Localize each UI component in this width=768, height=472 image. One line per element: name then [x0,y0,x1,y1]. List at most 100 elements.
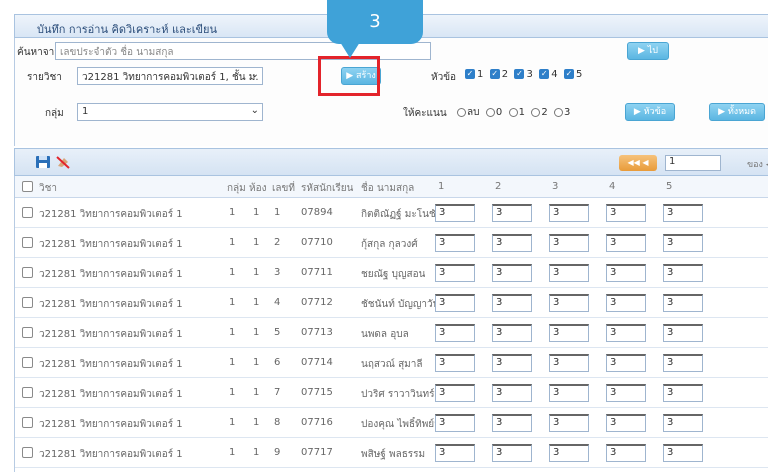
topic-button-label: หัวข้อ [643,107,667,117]
radio-icon [457,107,466,117]
score-input-1[interactable]: 3 [435,354,475,372]
score-input-1[interactable]: 3 [435,384,475,402]
cell-no: 3 [274,267,281,278]
score-input-5[interactable]: 3 [663,384,703,402]
row-checkbox[interactable] [22,447,33,458]
score-input-3[interactable]: 3 [549,444,589,462]
score-radio-0[interactable]: 0 [485,107,502,118]
row-checkbox[interactable] [22,387,33,398]
topic-checkbox-3[interactable]: ✓ 3 [514,69,533,80]
score-input-1[interactable]: 3 [435,204,475,222]
cell-name: นพดล อุบล [361,329,409,340]
group-selected: 1 [82,106,89,117]
score-input-4[interactable]: 3 [606,414,646,432]
cell-room: 1 [253,267,260,278]
score-input-1[interactable]: 3 [435,444,475,462]
row-checkbox[interactable] [22,417,33,428]
score-radio-2[interactable]: 2 [531,107,548,118]
score-input-4[interactable]: 3 [606,294,646,312]
score-input-5[interactable]: 3 [663,414,703,432]
cell-student-id: 07711 [301,267,333,278]
score-input-5[interactable]: 3 [663,324,703,342]
clear-icon[interactable] [55,155,71,169]
topic-checkbox-2[interactable]: ✓ 2 [489,69,508,80]
score-input-1[interactable]: 3 [435,294,475,312]
topic-checkbox-5[interactable]: ✓ 5 [563,69,582,80]
score-input-2[interactable]: 3 [492,264,532,282]
cell-name: ชัชนันท์ บัญญาวัน [361,299,440,310]
score-input-4[interactable]: 3 [606,444,646,462]
row-checkbox[interactable] [22,267,33,278]
score-input-1[interactable]: 3 [435,264,475,282]
cell-no: 8 [274,417,281,428]
score-input-5[interactable]: 3 [663,294,703,312]
table-toolbar: ◀◀ ◀ 1 ของ ◀ [14,148,768,176]
table-row: ว21281 วิทยาการคอมพิวเตอร์ 1 1 1 6 07714 นฤสว… [15,348,768,378]
table-row: ว21281 วิทยาการคอมพิวเตอร์ 1 1 1 5 07713 นพดล… [15,318,768,348]
score-input-2[interactable]: 3 [492,234,532,252]
cell-room: 1 [253,327,260,338]
score-input-5[interactable]: 3 [663,234,703,252]
score-input-4[interactable]: 3 [606,234,646,252]
check-icon: ✓ [539,69,550,79]
cell-no: 6 [274,357,281,368]
save-all-button[interactable]: ▶ ทั้งหมด [709,103,765,121]
cell-subject: ว21281 วิทยาการคอมพิวเตอร์ 1 [39,359,183,370]
score-input-4[interactable]: 3 [606,384,646,402]
score-input-3[interactable]: 3 [549,264,589,282]
score-radio-delete[interactable]: ลบ [457,107,479,118]
go-button[interactable]: ▶ ไป [627,42,669,60]
score-input-2[interactable]: 3 [492,414,532,432]
score-input-2[interactable]: 3 [492,444,532,462]
score-input-2[interactable]: 3 [492,294,532,312]
score-input-4[interactable]: 3 [606,354,646,372]
score-input-3[interactable]: 3 [549,234,589,252]
topic-label: หัวข้อ [431,72,457,83]
score-radio-3[interactable]: 3 [554,107,570,118]
score-input-5[interactable]: 3 [663,444,703,462]
score-input-2[interactable]: 3 [492,354,532,372]
score-input-3[interactable]: 3 [549,204,589,222]
cell-name: ปวริศ ราวาวินทร์ [361,389,435,400]
score-input-5[interactable]: 3 [663,264,703,282]
score-input-4[interactable]: 3 [606,204,646,222]
topic-checkbox-4[interactable]: ✓ 4 [539,69,558,80]
filter-form: ค้นหาจาก เลขประจำตัว ชื่อ นามสกุล ▶ ไป ร… [14,38,768,146]
score-input-3[interactable]: 3 [549,384,589,402]
score-input-3[interactable]: 3 [549,294,589,312]
score-input-3[interactable]: 3 [549,324,589,342]
row-checkbox[interactable] [22,297,33,308]
col-score-4: 4 [609,181,616,192]
score-radio-1[interactable]: 1 [508,107,525,118]
cell-name: กิตติณัฏฐ์ มะโนชัย [361,209,442,220]
row-checkbox[interactable] [22,357,33,368]
col-score-3: 3 [552,181,559,192]
score-input-3[interactable]: 3 [549,354,589,372]
pager-prev-buttons[interactable]: ◀◀ ◀ [619,155,657,171]
score-input-4[interactable]: 3 [606,264,646,282]
row-checkbox[interactable] [22,207,33,218]
score-input-4[interactable]: 3 [606,324,646,342]
score-input-3[interactable]: 3 [549,414,589,432]
col-score-5: 5 [666,181,673,192]
cell-group: 1 [229,267,236,278]
score-input-1[interactable]: 3 [435,324,475,342]
score-input-2[interactable]: 3 [492,324,532,342]
row-checkbox[interactable] [22,237,33,248]
topic-button[interactable]: ▶ หัวข้อ [625,103,675,121]
score-input-5[interactable]: 3 [663,354,703,372]
score-input-1[interactable]: 3 [435,234,475,252]
cell-student-id: 07894 [301,207,333,218]
save-icon[interactable] [35,155,51,169]
subject-select[interactable]: ว21281 วิทยาการคอมพิวเตอร์ 1, ชั้น ม. ⌄ [77,67,263,85]
score-input-2[interactable]: 3 [492,384,532,402]
group-select[interactable]: 1 ⌄ [77,103,263,121]
select-all-checkbox[interactable] [22,181,33,192]
row-checkbox[interactable] [22,327,33,338]
topic-checkbox-1[interactable]: ✓ 1 [465,69,483,80]
cell-name: กุ้สกุล กุลวงศ์ [361,239,418,250]
page-input[interactable]: 1 [665,155,721,171]
score-input-1[interactable]: 3 [435,414,475,432]
score-input-2[interactable]: 3 [492,204,532,222]
score-input-5[interactable]: 3 [663,204,703,222]
